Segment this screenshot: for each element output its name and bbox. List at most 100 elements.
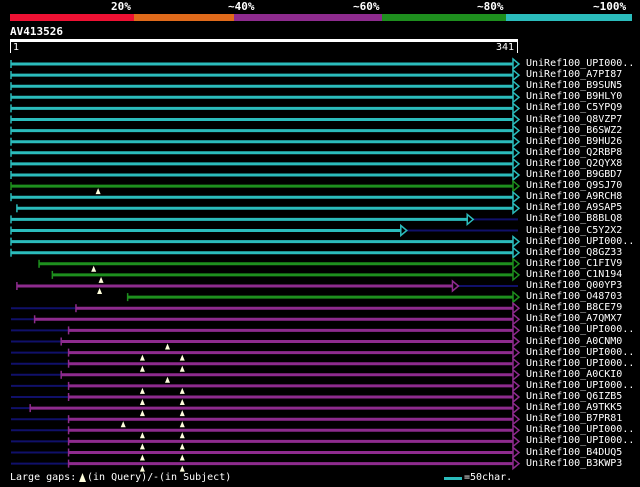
hit-label[interactable]: UniRef100_B9HU26 [526, 136, 622, 147]
hit-end-arrow-icon [512, 90, 521, 104]
query-gap-marker-icon [139, 399, 145, 405]
query-gap-marker-icon [139, 354, 145, 361]
hit-label[interactable]: UniRef100_C1N194 [526, 269, 622, 280]
hit-end-arrow-icon [512, 257, 521, 271]
hit-end-arrow-icon [451, 279, 460, 293]
hit-label[interactable]: UniRef100_A0CNM0 [526, 336, 622, 347]
hit-end-arrow-icon [512, 390, 521, 404]
hit-end-arrow-icon [512, 146, 521, 160]
hit-end-arrow-icon [512, 290, 521, 304]
hit-label[interactable]: UniRef100_UPI000.. [526, 380, 634, 391]
query-gap-marker-icon [179, 410, 185, 417]
query-gap-marker-icon [139, 387, 145, 394]
query-gap-marker-icon [91, 265, 97, 272]
hit-end-arrow-icon [512, 268, 521, 282]
hit-end-arrow-icon [512, 456, 521, 471]
hit-end-arrow-icon [512, 57, 521, 71]
hit-label[interactable]: UniRef100_Q2QYX8 [526, 158, 622, 169]
query-gap-marker-icon [95, 188, 101, 195]
hit-label[interactable]: UniRef100_Q00YP3 [526, 280, 622, 291]
hit-end-arrow-icon [512, 168, 521, 182]
query-gap-marker-icon [179, 443, 185, 450]
hit-label[interactable]: UniRef100_B9HLY0 [526, 91, 622, 102]
hit-end-arrow-icon [512, 201, 521, 215]
query-gap-marker-icon [139, 432, 145, 439]
hit-label[interactable]: UniRef100_A9TKK5 [526, 402, 622, 413]
hit-label[interactable]: UniRef100_UPI000.. [526, 424, 634, 435]
hit-end-arrow-icon [400, 223, 408, 238]
hit-label[interactable]: UniRef100_A7QMX7 [526, 313, 622, 324]
hit-label[interactable]: UniRef100_O48703 [526, 291, 622, 302]
hit-label[interactable]: UniRef100_Q2RBP8 [526, 147, 622, 158]
hit-label[interactable]: UniRef100_Q8GZ33 [526, 247, 622, 258]
hit-end-arrow-icon [512, 301, 521, 315]
query-gap-marker-icon [139, 454, 145, 461]
hit-end-arrow-icon [512, 179, 521, 193]
query-gap-marker-icon [179, 387, 185, 394]
query-gap-marker-icon [139, 410, 145, 417]
hit-label[interactable]: UniRef100_UPI000.. [526, 236, 634, 247]
query-gap-marker-icon [79, 473, 86, 482]
query-gap-marker-icon [179, 454, 185, 461]
hit-label[interactable]: UniRef100_B3KWP3 [526, 458, 622, 469]
hit-end-arrow-icon [512, 101, 521, 116]
query-gap-marker-icon [179, 432, 185, 439]
hit-label[interactable]: UniRef100_Q8VZP7 [526, 114, 622, 125]
hit-label[interactable]: UniRef100_B9SUN5 [526, 80, 622, 91]
hit-label[interactable]: UniRef100_UPI000.. [526, 358, 634, 369]
hit-end-arrow-icon [512, 445, 521, 460]
hit-end-arrow-icon [512, 379, 521, 393]
hit-end-arrow-icon [512, 312, 521, 326]
query-gap-marker-icon [98, 276, 104, 283]
hit-end-arrow-icon [512, 345, 521, 360]
hit-end-arrow-icon [512, 434, 521, 449]
hit-label[interactable]: UniRef100_UPI000.. [526, 435, 634, 446]
hit-label[interactable]: UniRef100_A9RCH8 [526, 191, 622, 202]
hit-label[interactable]: UniRef100_UPI000.. [526, 58, 634, 69]
hit-label[interactable]: UniRef100_UPI000.. [526, 324, 634, 335]
hit-label[interactable]: UniRef100_B6SWZ2 [526, 125, 622, 136]
hit-label[interactable]: UniRef100_C5YPQ9 [526, 102, 622, 113]
hit-label[interactable]: UniRef100_B7PR81 [526, 413, 622, 424]
hit-end-arrow-icon [512, 190, 521, 204]
hit-end-arrow-icon [512, 357, 521, 371]
hit-label[interactable]: UniRef100_B8CE79 [526, 302, 622, 313]
hit-label[interactable]: UniRef100_Q9SJ70 [526, 180, 622, 191]
hit-end-arrow-icon [512, 334, 521, 349]
hit-label[interactable]: UniRef100_Q6IZB5 [526, 391, 622, 402]
hit-label[interactable]: UniRef100_A7PI87 [526, 69, 622, 80]
hit-label[interactable]: UniRef100_B8BLQ8 [526, 213, 622, 224]
hit-label[interactable]: UniRef100_A9SAP5 [526, 202, 622, 213]
query-gap-marker-icon [179, 365, 185, 372]
query-gap-marker-icon [179, 354, 185, 361]
query-gap-marker-icon [97, 288, 103, 294]
large-gaps-label: Large gaps: [10, 472, 77, 483]
hit-label[interactable]: UniRef100_A0CKI0 [526, 369, 622, 380]
query-gap-marker-icon [165, 376, 171, 383]
hit-label[interactable]: UniRef100_UPI000.. [526, 347, 634, 358]
hit-end-arrow-icon [512, 246, 521, 260]
query-gap-marker-icon [139, 443, 145, 450]
hit-label[interactable]: UniRef100_B4DUQ5 [526, 447, 622, 458]
query-gap-marker-icon [139, 465, 145, 472]
gaps-in-subject-label: (in Subject) [159, 472, 232, 483]
query-gap-marker-icon [179, 399, 185, 405]
query-gap-marker-icon [165, 343, 171, 350]
scale-label: =50char. [464, 472, 513, 483]
hit-end-arrow-icon [512, 368, 521, 382]
hit-label[interactable]: UniRef100_C1FIV9 [526, 258, 622, 269]
query-gap-marker-icon [120, 421, 126, 428]
query-gap-marker-icon [179, 421, 185, 428]
hit-end-arrow-icon [512, 412, 521, 426]
hit-label[interactable]: UniRef100_B9GBD7 [526, 169, 622, 180]
hit-end-arrow-icon [512, 123, 521, 138]
hit-end-arrow-icon [512, 157, 521, 171]
hit-end-arrow-icon [512, 135, 521, 149]
hit-end-arrow-icon [512, 423, 521, 437]
scale-bar [444, 477, 462, 480]
hit-end-arrow-icon [512, 323, 521, 338]
hit-end-arrow-icon [512, 79, 521, 93]
hit-label[interactable]: UniRef100_C5Y2X2 [526, 225, 622, 236]
hit-end-arrow-icon [512, 234, 521, 249]
gaps-in-query-label: (in Query)/ [87, 472, 154, 483]
